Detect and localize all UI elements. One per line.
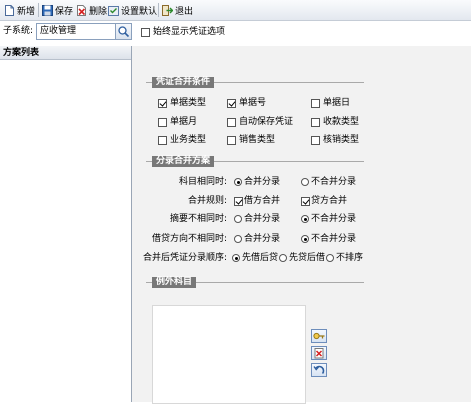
entry-merge-radio[interactable]	[301, 178, 309, 186]
delete-icon	[314, 348, 324, 359]
search-icon	[118, 26, 130, 38]
delete-icon	[77, 4, 86, 16]
entry-merge-option-label: 合并分录	[244, 177, 281, 187]
add-subject-button[interactable]	[311, 329, 327, 343]
entry-merge-checkbox[interactable]	[301, 197, 310, 206]
entry-merge-option-label: 不合并分录	[311, 234, 357, 244]
floppy-disk-icon	[42, 4, 53, 16]
entry-merge-option-label: 合并分录	[244, 234, 281, 244]
entry-merge-title: 分录合并方案	[152, 156, 215, 167]
entry-order-radio[interactable]	[232, 254, 240, 262]
voucher-merge-checkbox[interactable]	[311, 118, 320, 127]
voucher-merge-checkbox[interactable]	[311, 99, 320, 108]
exception-subjects-title: 例外科目	[152, 277, 197, 288]
save-button[interactable]: 保存	[42, 3, 73, 17]
voucher-merge-label: 收款类型	[323, 117, 360, 127]
scheme-list-header: 方案列表	[0, 46, 131, 60]
new-button-label: 新增	[17, 6, 36, 17]
subsystem-label: 子系统:	[3, 26, 34, 36]
voucher-merge-checkbox[interactable]	[311, 136, 320, 145]
voucher-merge-label: 单据月	[170, 117, 198, 127]
voucher-merge-checkbox[interactable]	[227, 136, 236, 145]
toolbar: 新增 保存 删除 设置默认 退出	[0, 0, 471, 21]
new-document-icon	[5, 4, 14, 16]
entry-merge-row-label: 借贷方向不相同时:	[151, 234, 227, 244]
toolbar-separator	[158, 3, 159, 17]
subsystem-select[interactable]: 应收管理	[36, 23, 132, 40]
voucher-merge-title: 凭证合并条件	[152, 77, 215, 88]
set-default-button[interactable]: 设置默认	[108, 3, 157, 17]
entry-order-radio[interactable]	[279, 254, 287, 262]
subsystem-value: 应收管理	[40, 26, 77, 36]
voucher-merge-checkbox[interactable]	[158, 118, 167, 127]
entry-order-radio[interactable]	[326, 254, 334, 262]
entry-merge-radio[interactable]	[234, 215, 242, 223]
voucher-merge-label: 单据号	[239, 98, 267, 108]
entry-merge-row-label: 合并规则:	[187, 196, 227, 206]
settings-icon	[108, 5, 119, 16]
entry-order-option-label: 先借后贷	[242, 253, 279, 263]
exit-button[interactable]: 退出	[162, 3, 193, 17]
entry-merge-option-label: 合并分录	[244, 214, 281, 224]
voucher-merge-label: 核销类型	[323, 135, 360, 145]
entry-merge-radio[interactable]	[301, 235, 309, 243]
entry-merge-option-label: 贷方合并	[311, 196, 348, 206]
exception-subjects-list[interactable]	[152, 305, 306, 404]
voucher-merge-label: 单据日	[323, 98, 351, 108]
entry-order-option-label: 不排序	[336, 253, 364, 263]
voucher-merge-label: 自动保存凭证	[239, 117, 294, 127]
entry-merge-option-label: 借方合并	[244, 196, 281, 206]
set-default-button-label: 设置默认	[121, 6, 158, 17]
toolbar-separator	[38, 3, 39, 17]
undo-subject-button[interactable]	[311, 363, 327, 377]
voucher-merge-label: 单据类型	[170, 98, 207, 108]
subsystem-lookup-button[interactable]	[115, 24, 131, 39]
voucher-merge-checkbox[interactable]	[227, 118, 236, 127]
always-show-label: 始终显示凭证选项	[153, 27, 226, 37]
entry-merge-checkbox[interactable]	[234, 197, 243, 206]
entry-order-option-label: 先贷后借	[289, 253, 326, 263]
scheme-list-panel[interactable]: 方案列表	[0, 46, 132, 402]
entry-merge-radio[interactable]	[234, 235, 242, 243]
voucher-merge-checkbox[interactable]	[158, 99, 167, 108]
voucher-merge-checkbox[interactable]	[158, 136, 167, 145]
save-button-label: 保存	[55, 6, 74, 17]
voucher-merge-label: 业务类型	[170, 135, 207, 145]
entry-merge-option-label: 不合并分录	[311, 177, 357, 187]
voucher-merge-checkbox[interactable]	[227, 99, 236, 108]
voucher-merge-label: 销售类型	[239, 135, 276, 145]
new-button[interactable]: 新增	[4, 3, 35, 17]
exit-icon	[162, 4, 173, 16]
key-icon	[313, 332, 325, 340]
scheme-list-title: 方案列表	[3, 48, 40, 58]
always-show-checkbox[interactable]	[141, 28, 150, 37]
entry-merge-row-label: 科目相同时:	[178, 177, 227, 187]
delete-subject-button[interactable]	[311, 346, 327, 360]
undo-icon	[313, 365, 325, 375]
entry-merge-radio[interactable]	[301, 215, 309, 223]
entry-merge-radio[interactable]	[234, 178, 242, 186]
entry-order-label: 合并后凭证分录顺序:	[142, 253, 227, 263]
delete-button-label: 删除	[89, 6, 108, 17]
entry-merge-option-label: 不合并分录	[311, 214, 357, 224]
exit-button-label: 退出	[175, 6, 194, 17]
delete-button[interactable]: 删除	[76, 3, 107, 17]
entry-merge-row-label: 摘要不相同时:	[169, 214, 227, 224]
